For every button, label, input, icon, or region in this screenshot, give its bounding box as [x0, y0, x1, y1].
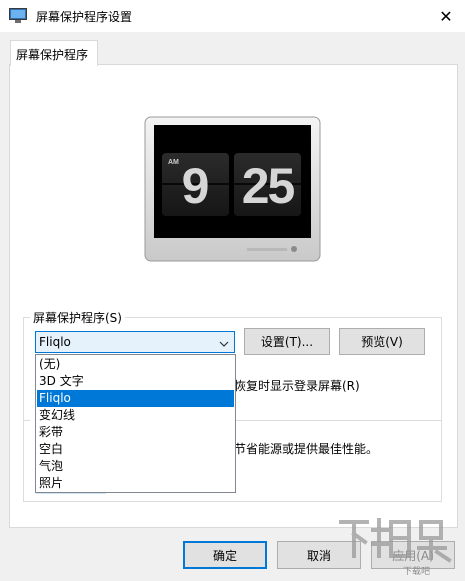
chevron-down-icon[interactable] [219, 337, 229, 351]
screensaver-group-label: 屏幕保护程序(S) [30, 309, 125, 326]
dropdown-option[interactable]: 气泡 [37, 458, 234, 475]
cancel-button[interactable]: 取消 [277, 541, 361, 569]
close-icon: ✕ [439, 6, 453, 26]
close-button[interactable]: ✕ [430, 2, 462, 30]
preview-button[interactable]: 预览(V) [339, 328, 425, 355]
apply-button[interactable]: 应用(A) [371, 541, 455, 569]
power-description: 节省能源或提供最佳性能。 [234, 442, 379, 456]
window-title: 屏幕保护程序设置 [36, 10, 133, 24]
dropdown-option[interactable]: 3D 文字 [37, 373, 234, 390]
dropdown-option[interactable]: 变幻线 [37, 407, 234, 424]
resume-login-checkbox-label[interactable]: 恢复时显示登录屏幕(R) [234, 377, 360, 394]
monitor-preview: AM 9 25 [144, 116, 321, 262]
dropdown-option[interactable]: Fliqlo [37, 390, 234, 407]
clock-minute: 25 [241, 158, 296, 214]
tab-screensaver-label: 屏幕保护程序 [16, 48, 89, 62]
ok-button[interactable]: 确定 [183, 541, 267, 569]
settings-button[interactable]: 设置(T)... [244, 328, 330, 355]
dropdown-option[interactable]: 空白 [37, 441, 234, 458]
clock-hour: 9 [181, 158, 210, 214]
dropdown-option[interactable]: 照片 [37, 475, 234, 492]
screensaver-dropdown-list[interactable]: (无) 3D 文字 Fliqlo 变幻线 彩带 空白 气泡 照片 [35, 354, 236, 493]
screensaver-app-icon [9, 8, 27, 23]
dropdown-option[interactable]: 彩带 [37, 424, 234, 441]
screensaver-select-value: Fliqlo [39, 335, 71, 349]
dropdown-option[interactable]: (无) [37, 356, 234, 373]
